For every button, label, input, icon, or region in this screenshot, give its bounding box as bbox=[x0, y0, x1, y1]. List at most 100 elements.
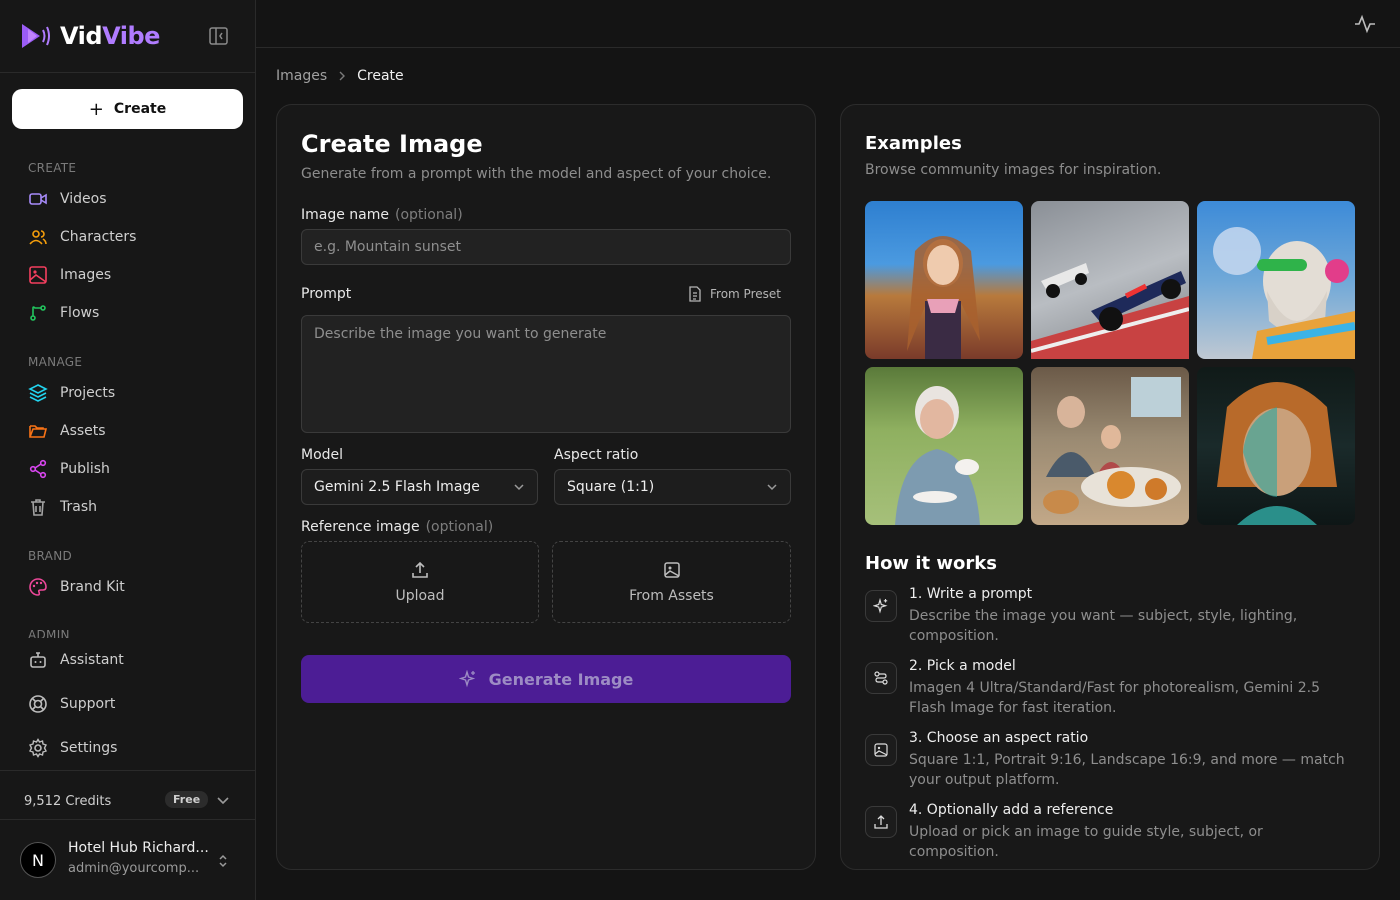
palette-icon bbox=[29, 578, 47, 596]
app-name: VidVibe bbox=[60, 22, 160, 50]
user-name: Hotel Hub Richard... bbox=[68, 840, 209, 856]
file-text-icon bbox=[689, 286, 701, 302]
sparkles-icon bbox=[458, 670, 475, 688]
upload-dropzone[interactable]: Upload bbox=[301, 541, 539, 623]
sidebar-item-label: Publish bbox=[60, 461, 110, 477]
layers-icon bbox=[28, 384, 48, 402]
section-admin: ADMIN bbox=[28, 628, 70, 638]
sidebar-item-settings[interactable]: Settings bbox=[28, 736, 117, 760]
sidebar-item-characters[interactable]: Characters bbox=[28, 225, 136, 249]
create-button-label: Create bbox=[113, 101, 167, 117]
chevron-down-icon[interactable] bbox=[216, 795, 230, 807]
sidebar-item-brand-kit[interactable]: Brand Kit bbox=[28, 575, 125, 599]
upload-icon bbox=[865, 806, 897, 838]
model-label: Model bbox=[301, 447, 344, 463]
users-icon bbox=[29, 230, 47, 245]
chevron-down-icon bbox=[767, 484, 777, 491]
create-button[interactable]: + Create bbox=[12, 89, 243, 129]
examples-subtitle: Browse community images for inspiration. bbox=[865, 162, 1162, 178]
sidebar-collapse-icon[interactable] bbox=[208, 26, 230, 46]
example-image-portrait[interactable] bbox=[1197, 367, 1355, 525]
image-name-input[interactable]: e.g. Mountain sunset bbox=[301, 229, 791, 265]
sidebar-item-videos[interactable]: Videos bbox=[28, 187, 107, 211]
credits-row[interactable]: 9,512 Credits Free bbox=[24, 790, 234, 812]
race-car-illustration bbox=[1030, 263, 1190, 359]
sidebar-item-assistant[interactable]: Assistant bbox=[28, 648, 124, 672]
section-admin-clip: ADMIN bbox=[28, 628, 70, 638]
trash-icon bbox=[31, 499, 45, 516]
section-create: CREATE bbox=[28, 161, 77, 175]
reference-image-label: Reference image (optional) bbox=[301, 519, 494, 535]
how-step-2: 2. Pick a model Imagen 4 Ultra/Standard/… bbox=[865, 658, 1355, 722]
divider bbox=[0, 770, 255, 771]
sidebar-item-label: Trash bbox=[60, 499, 97, 515]
sidebar-item-assets[interactable]: Assets bbox=[28, 419, 106, 443]
model-select[interactable]: Gemini 2.5 Flash Image bbox=[301, 469, 538, 505]
logo[interactable]: VidVibe bbox=[20, 20, 160, 52]
image-icon bbox=[663, 562, 680, 578]
plus-icon: + bbox=[88, 98, 104, 120]
user-menu[interactable]: N Hotel Hub Richard... admin@yourcomp... bbox=[20, 840, 240, 882]
sidebar: VidVibe + Create CREATE Videos Character… bbox=[0, 0, 256, 900]
from-preset-button[interactable]: From Preset bbox=[688, 286, 781, 302]
sidebar-item-images[interactable]: Images bbox=[28, 263, 111, 287]
share-icon bbox=[29, 459, 47, 479]
how-step-1: 1. Write a prompt Describe the image you… bbox=[865, 586, 1355, 650]
image-icon bbox=[865, 734, 897, 766]
grandma-illustration bbox=[895, 386, 980, 525]
sidebar-item-label: Support bbox=[60, 696, 116, 712]
example-image-girl[interactable] bbox=[865, 201, 1023, 359]
folder-icon bbox=[29, 425, 48, 438]
breadcrumb-images[interactable]: Images bbox=[276, 68, 327, 84]
prompt-textarea[interactable]: Describe the image you want to generate bbox=[301, 315, 791, 433]
image-icon bbox=[29, 266, 47, 284]
upload-label: Upload bbox=[395, 588, 445, 604]
family-pizza-illustration bbox=[1043, 377, 1181, 514]
sidebar-item-label: Images bbox=[60, 267, 112, 283]
gear-icon bbox=[29, 738, 47, 758]
page-title: Create Image bbox=[301, 130, 483, 158]
image-name-label: Image name (optional) bbox=[301, 207, 463, 223]
portrait-illustration bbox=[1217, 382, 1337, 525]
user-email: admin@yourcomp... bbox=[68, 861, 200, 876]
sidebar-item-publish[interactable]: Publish bbox=[28, 457, 110, 481]
sparkles-icon bbox=[865, 590, 897, 622]
example-image-grandma[interactable] bbox=[865, 367, 1023, 525]
chevrons-up-down-icon bbox=[219, 854, 227, 868]
example-image-pizza[interactable] bbox=[1031, 367, 1189, 525]
statue-illustration bbox=[1213, 227, 1356, 359]
sidebar-item-support[interactable]: Support bbox=[28, 692, 115, 716]
sidebar-item-label: Characters bbox=[60, 229, 137, 245]
video-icon bbox=[29, 193, 47, 205]
example-image-f1[interactable] bbox=[1030, 201, 1190, 359]
step-description: Imagen 4 Ultra/Standard/Fast for photore… bbox=[909, 680, 1320, 716]
step-title: 2. Pick a model bbox=[909, 658, 1016, 674]
play-logo-icon bbox=[22, 24, 50, 48]
examples-title: Examples bbox=[865, 133, 962, 154]
breadcrumb-current: Create bbox=[357, 68, 404, 84]
sidebar-item-projects[interactable]: Projects bbox=[28, 381, 115, 405]
plan-badge: Free bbox=[165, 791, 209, 808]
from-assets-dropzone[interactable]: From Assets bbox=[552, 541, 791, 623]
route-icon bbox=[865, 662, 897, 694]
divider bbox=[0, 72, 255, 73]
step-description: Describe the image you want — subject, s… bbox=[909, 608, 1298, 644]
divider bbox=[0, 819, 255, 820]
sidebar-item-label: Flows bbox=[60, 305, 100, 321]
sidebar-item-flows[interactable]: Flows bbox=[28, 301, 99, 325]
generate-image-button[interactable]: Generate Image bbox=[301, 655, 791, 703]
how-it-works-title: How it works bbox=[865, 553, 997, 574]
aspect-ratio-label: Aspect ratio bbox=[554, 447, 639, 463]
sidebar-item-label: Assets bbox=[60, 423, 106, 439]
aspect-ratio-select[interactable]: Square (1:1) bbox=[554, 469, 791, 505]
how-step-3: 3. Choose an aspect ratio Square 1:1, Po… bbox=[865, 730, 1355, 794]
section-brand: BRAND bbox=[28, 549, 73, 563]
step-title: 1. Write a prompt bbox=[909, 586, 1033, 602]
chevron-right-icon bbox=[339, 71, 346, 81]
example-image-statue[interactable] bbox=[1197, 201, 1356, 359]
sidebar-item-trash[interactable]: Trash bbox=[28, 495, 97, 519]
activity-icon[interactable] bbox=[1354, 14, 1376, 34]
from-preset-label: From Preset bbox=[710, 287, 781, 301]
section-manage: MANAGE bbox=[28, 355, 83, 369]
aspect-ratio-value: Square (1:1) bbox=[567, 479, 655, 495]
